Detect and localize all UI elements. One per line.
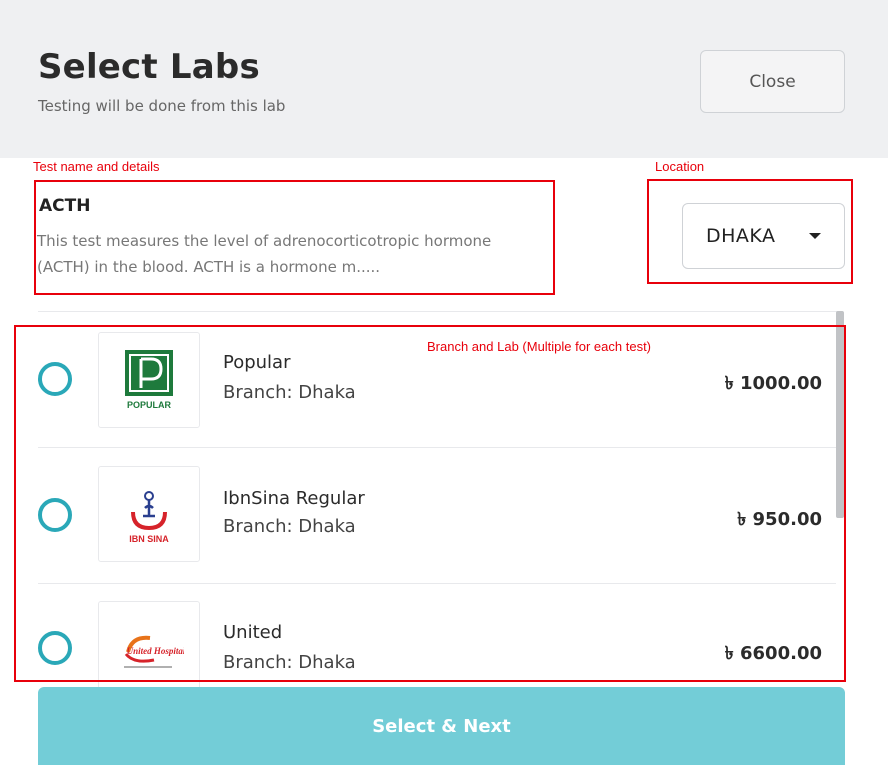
test-description-line-1: This test measures the level of adrenoco… — [37, 232, 492, 250]
annotation-branch-lab-label: Branch and Lab (Multiple for each test) — [427, 339, 652, 354]
close-button[interactable]: Close — [700, 50, 845, 113]
location-select[interactable]: DHAKA — [682, 203, 845, 269]
test-description: This test measures the level of adrenoco… — [37, 228, 547, 280]
annotation-location-label: Location — [655, 159, 705, 174]
page-subtitle: Testing will be done from this lab — [38, 97, 286, 115]
annotation-test-details-label: Test name and details — [33, 159, 160, 174]
modal-header: Select Labs Testing will be done from th… — [0, 0, 888, 158]
select-next-button[interactable]: Select & Next — [38, 687, 845, 765]
location-selected-value: DHAKA — [706, 225, 776, 247]
test-description-line-2: (ACTH) in the blood. ACTH is a hormone m… — [37, 258, 381, 276]
page-title: Select Labs — [38, 47, 260, 87]
caret-down-icon — [809, 233, 821, 239]
annotation-branch-lab-box — [14, 325, 846, 682]
test-name: ACTH — [39, 196, 91, 216]
